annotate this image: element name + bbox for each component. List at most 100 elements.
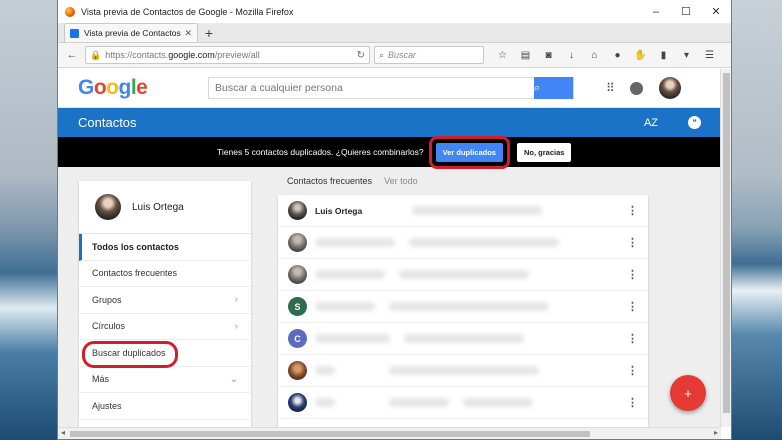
new-tab-button[interactable]: + [198,23,220,42]
more-vert-icon[interactable]: ⋮ [627,300,638,313]
url-bar[interactable]: 🔒 https://contacts.google.com/preview/al… [85,46,370,64]
scrollbar-thumb[interactable] [723,73,730,413]
redacted-text [389,302,549,311]
redacted-text [315,238,395,247]
google-logo[interactable]: Google [78,76,188,100]
contact-avatar: C [288,329,307,348]
search-icon: ⌕ [534,81,541,94]
sidebar-item-more[interactable]: Más ⌄ [79,367,251,393]
redacted-text [412,206,543,215]
url-text: https://contacts.google.com/preview/all [105,50,260,60]
horizontal-scrollbar[interactable]: ◂ ▸ [58,427,721,439]
chat-icon[interactable]: ● [607,46,628,64]
list-item[interactable]: Luis Ortega ⋮ [278,195,648,227]
reading-list-icon[interactable]: ▤ [515,46,536,64]
redacted-text [315,302,375,311]
duplicates-banner: Tienes 5 contactos duplicados. ¿Quieres … [58,135,721,169]
clipboard-icon[interactable]: ▮ [653,46,674,64]
more-vert-icon[interactable]: ⋮ [627,268,638,281]
hangouts-icon[interactable]: ❝ [688,116,701,129]
tab-close-icon[interactable]: ✕ [184,28,192,39]
scrollbar-thumb[interactable] [70,431,590,437]
close-button[interactable]: ✕ [701,0,731,23]
contact-avatar [288,201,307,220]
home-icon[interactable]: ⌂ [584,46,605,64]
add-contact-fab[interactable]: + [670,375,706,411]
list-item[interactable]: ⋮ [278,355,648,387]
view-duplicates-button[interactable]: Ver duplicados [428,135,510,169]
chevron-down-icon: ⌄ [229,373,238,385]
sidebar-item-groups[interactable]: Grupos › [79,287,251,314]
account-avatar[interactable] [658,77,681,99]
back-arrow-icon[interactable]: ← [63,46,81,64]
list-item[interactable]: ⋮ [278,259,648,291]
reload-icon[interactable]: ↻ [357,50,365,61]
contacts-app-bar: Contactos AZ ❝ [58,108,721,137]
download-icon[interactable]: ↓ [561,46,582,64]
contact-avatar [288,393,307,412]
more-vert-icon[interactable]: ⋮ [627,204,638,217]
vertical-scrollbar[interactable] [720,69,731,427]
firefox-icon [65,6,75,17]
redacted-text [399,270,529,279]
main-content: Luis Ortega Todos los contactos Contacto… [58,167,721,427]
bookmark-star-icon[interactable]: ☆ [492,46,513,64]
title-bar: Vista previa de Contactos de Google - Mo… [58,0,731,23]
search-button[interactable]: ⌕ [534,77,573,99]
redacted-text [409,238,559,247]
redacted-text [315,366,335,375]
hamburger-menu-icon[interactable]: ☰ [699,46,720,64]
tab-bar: Vista previa de Contactos ... ✕ + [58,23,731,43]
dismiss-button[interactable]: No, gracias [516,142,572,162]
tab-contacts[interactable]: Vista previa de Contactos ... ✕ [64,23,198,42]
list-tabs: Contactos frecuentes Ver todo [287,167,418,195]
tab-view-all[interactable]: Ver todo [384,176,418,186]
apps-grid-icon[interactable]: ⠿ [606,81,615,95]
sidebar-item-find-duplicates[interactable]: Buscar duplicados [79,340,251,368]
sidebar: Luis Ortega Todos los contactos Contacto… [79,181,251,427]
highlight-circle [82,341,178,368]
more-vert-icon[interactable]: ⋮ [627,332,638,345]
redacted-text [389,398,449,407]
contact-search-input[interactable]: Buscar a cualquier persona ⌕ [208,77,574,99]
more-vert-icon[interactable]: ⋮ [627,364,638,377]
scroll-left-icon[interactable]: ◂ [61,428,65,437]
nav-bar: ← 🔒 https://contacts.google.com/preview/… [58,43,731,68]
more-vert-icon[interactable]: ⋮ [627,236,638,249]
extension-icon[interactable]: ✋ [630,46,651,64]
contacts-title: Contactos [78,115,137,130]
list-item[interactable]: S ⋮ [278,291,648,323]
tab-title: Vista previa de Contactos ... [84,28,185,38]
redacted-text [463,398,533,407]
chevron-right-icon: › [234,294,238,306]
maximize-button[interactable]: ☐ [671,0,701,23]
contact-avatar [288,265,307,284]
window-title: Vista previa de Contactos de Google - Mo… [81,6,294,17]
search-icon: ⌕ [379,49,385,60]
page-viewport: Google Buscar a cualquier persona ⌕ ⠿ Co… [58,69,721,427]
contact-avatar [288,361,307,380]
list-item[interactable]: C ⋮ [278,323,648,355]
highlight-circle [428,135,510,169]
scroll-right-icon[interactable]: ▸ [714,428,718,437]
sidebar-item-frequent[interactable]: Contactos frecuentes [79,261,251,287]
tab-frequent-contacts[interactable]: Contactos frecuentes [287,176,372,186]
notifications-icon[interactable] [629,81,643,95]
dropdown-chevron-icon[interactable]: ▾ [676,46,697,64]
contact-avatar [288,233,307,252]
browser-search-input[interactable]: ⌕ Buscar [374,46,484,64]
more-vert-icon[interactable]: ⋮ [627,396,638,409]
minimize-button[interactable]: – [641,0,671,23]
sidebar-item-settings[interactable]: Ajustes [79,393,251,420]
redacted-text [315,398,335,407]
sidebar-item-all-contacts[interactable]: Todos los contactos [79,234,251,261]
google-header: Google Buscar a cualquier persona ⌕ ⠿ [58,69,721,108]
list-item[interactable]: ⋮ [278,227,648,259]
pocket-icon[interactable]: ◙ [538,46,559,64]
contact-search-placeholder: Buscar a cualquier persona [215,82,343,94]
contacts-favicon-icon [70,28,79,38]
sort-az-icon[interactable]: AZ [644,117,658,129]
list-item[interactable]: ⋮ [278,387,648,419]
sidebar-item-circles[interactable]: Círculos › [79,314,251,340]
firefox-window: Vista previa de Contactos de Google - Mo… [57,0,732,440]
